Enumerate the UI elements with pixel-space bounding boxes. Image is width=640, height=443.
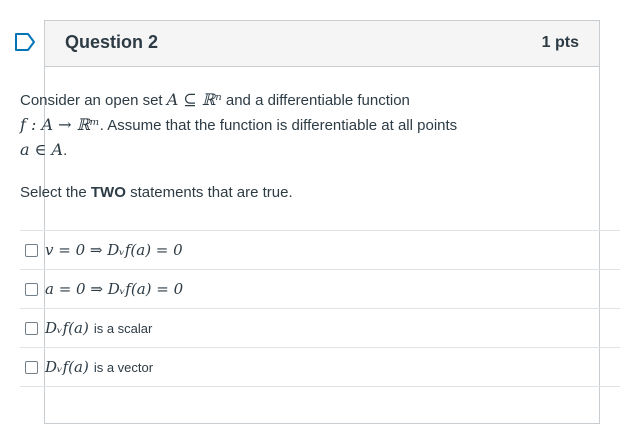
answer-checkbox[interactable] — [25, 243, 38, 257]
intro-end: . — [63, 142, 68, 159]
answer-option-1[interactable]: v = 0 ⇒ Dᵥf(a) = 0 — [20, 230, 620, 269]
answer-option-3[interactable]: Dᵥf(a) is a scalar — [20, 308, 620, 347]
intro-before: Consider an open set — [20, 92, 163, 109]
point-expression: a ∈ A — [20, 140, 64, 159]
answer-option-2[interactable]: a = 0 ⇒ Dᵥf(a) = 0 — [20, 269, 620, 308]
answer-text: is a scalar — [93, 320, 153, 336]
question-title: Question 2 — [65, 32, 159, 52]
question-flag-icon[interactable] — [14, 32, 36, 52]
answer-option-4[interactable]: Dᵥf(a) is a vector — [20, 347, 620, 387]
question-points: 1 pts — [541, 34, 579, 51]
question-text: Consider an open set A ⊆ ℝⁿ and a differ… — [20, 88, 620, 205]
answer-math: Dᵥf(a) — [45, 358, 89, 376]
answer-math: Dᵥf(a) — [45, 319, 89, 337]
prompt-before: Select the — [20, 184, 87, 201]
answer-checkbox[interactable] — [25, 321, 38, 335]
question-prompt: Select the TWO statements that are true. — [20, 181, 620, 205]
answer-math: v = 0 ⇒ Dᵥf(a) = 0 — [45, 241, 183, 259]
answer-list: v = 0 ⇒ Dᵥf(a) = 0 a = 0 ⇒ Dᵥf(a) = 0 Dᵥ… — [20, 230, 620, 387]
intro-after: . Assume that the function is differenti… — [99, 117, 458, 134]
answer-text: is a vector — [93, 359, 154, 375]
answer-checkbox[interactable] — [25, 282, 38, 296]
prompt-bold: TWO — [90, 184, 126, 201]
question-statement: Consider an open set A ⊆ ℝⁿ and a differ… — [20, 88, 620, 163]
set-expression: A ⊆ ℝⁿ — [166, 90, 222, 109]
intro-mid: and a differentiable function — [225, 92, 410, 109]
prompt-after: statements that are true. — [130, 184, 293, 201]
answer-checkbox[interactable] — [25, 360, 38, 374]
question-header: Question 2 1 pts — [45, 21, 599, 67]
function-expression: f : A → ℝᵐ — [20, 115, 100, 134]
answer-math: a = 0 ⇒ Dᵥf(a) = 0 — [45, 280, 184, 298]
